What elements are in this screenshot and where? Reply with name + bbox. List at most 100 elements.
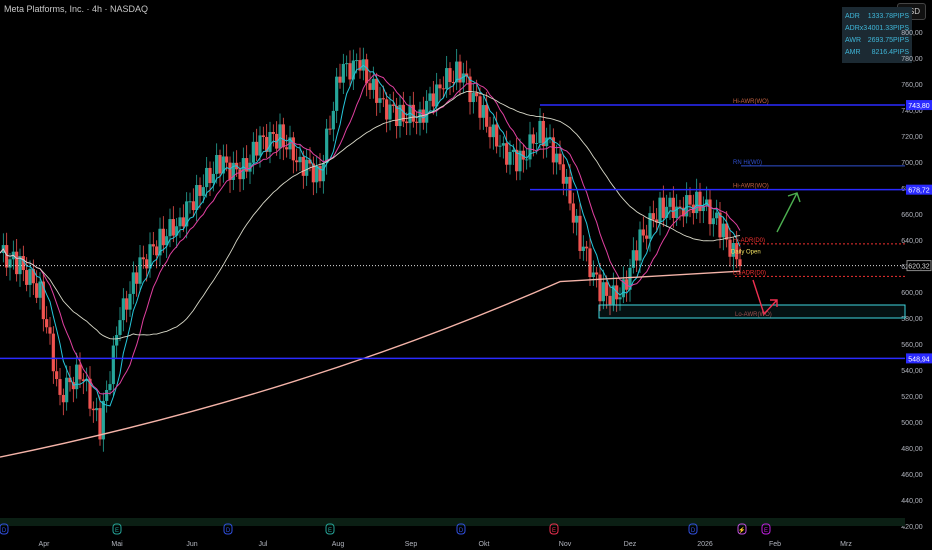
candle-body	[268, 131, 272, 152]
candle-body	[168, 219, 172, 237]
candle-body	[711, 218, 715, 225]
candle-body	[241, 158, 245, 180]
candle-body	[211, 173, 215, 184]
candle-body	[695, 191, 699, 214]
candle-body	[538, 120, 542, 143]
event-marker-label: D	[691, 528, 696, 534]
candle-body	[141, 257, 145, 260]
candle-body	[435, 84, 439, 107]
price-tag-label: 678,72	[908, 188, 930, 195]
y-tick-label: 660,00	[901, 212, 923, 219]
candle-body	[198, 185, 202, 196]
candle-body	[698, 191, 702, 212]
candle-body	[488, 126, 492, 138]
candle-body	[345, 63, 349, 65]
x-tick-label: Mai	[111, 541, 123, 548]
candle-body	[301, 156, 305, 176]
candle-body	[215, 154, 219, 174]
candle-body	[15, 251, 19, 275]
candle-body	[161, 228, 165, 246]
candle-body	[575, 215, 579, 223]
candle-body	[45, 319, 49, 328]
candle-body	[578, 215, 582, 251]
candle-body	[208, 167, 212, 184]
candle-body	[441, 88, 445, 90]
candle-body	[128, 293, 132, 310]
candle-body	[271, 131, 275, 134]
candle-body	[228, 162, 232, 180]
candle-body	[328, 128, 332, 130]
candle-body	[355, 60, 359, 62]
candle-body	[201, 187, 205, 196]
candle-body	[75, 364, 79, 390]
x-tick-label: Okt	[479, 541, 490, 548]
event-marker-label: E	[115, 528, 119, 534]
price-chart[interactable]: 800,00780,00760,00740,00720,00700,00680,…	[0, 0, 932, 550]
candle-body	[471, 92, 475, 103]
y-tick-label: 760,00	[901, 82, 923, 89]
candle-body	[651, 213, 655, 220]
candle-body	[688, 195, 692, 205]
candle-body	[481, 105, 485, 118]
candle-body	[491, 124, 495, 138]
candle-body	[561, 164, 565, 184]
candle-body	[331, 110, 335, 130]
candle-body	[645, 235, 649, 239]
candle-body	[295, 160, 299, 163]
event-marker-label: D	[226, 528, 231, 534]
ma-100-line	[0, 90, 741, 340]
candle-body	[145, 259, 149, 269]
candle-body	[291, 137, 295, 161]
price-tag-label: 743,80	[908, 103, 930, 110]
candle-body	[281, 124, 285, 148]
candle-body	[251, 141, 255, 163]
candle-body	[588, 248, 592, 278]
x-tick-label: Jul	[259, 541, 268, 548]
candle-body	[78, 364, 82, 380]
candle-body	[58, 379, 62, 395]
candle-body	[658, 197, 662, 223]
candle-body	[238, 169, 242, 180]
candle-body	[601, 282, 605, 302]
event-marker-label: E	[552, 528, 556, 534]
candle-body	[391, 104, 395, 107]
candle-body	[8, 259, 12, 268]
ema-fast-line	[0, 64, 741, 407]
last-price-label: 620,32	[908, 264, 930, 271]
y-tick-label: 440,00	[901, 498, 923, 505]
x-tick-label: Aug	[332, 541, 345, 548]
candle-body	[605, 282, 609, 296]
candle-body	[478, 96, 482, 118]
candle-body	[148, 244, 152, 269]
y-tick-label: 540,00	[901, 368, 923, 375]
candle-body	[721, 223, 725, 238]
candle-body	[348, 63, 352, 80]
y-tick-label: 480,00	[901, 446, 923, 453]
candle-body	[111, 345, 115, 385]
candle-body	[531, 134, 535, 144]
candle-body	[121, 298, 125, 321]
candle-body	[638, 229, 642, 261]
candle-body	[648, 213, 652, 239]
level-label: Hi-AWR(WO)	[733, 99, 769, 105]
candle-body	[485, 105, 489, 127]
candle-body	[105, 390, 109, 401]
candle-body	[385, 99, 389, 120]
x-tick-label: Dez	[624, 541, 637, 548]
candle-body	[151, 244, 155, 247]
candle-body	[278, 124, 282, 149]
candle-body	[91, 408, 95, 411]
candle-body	[65, 377, 69, 403]
candle-body	[581, 246, 585, 251]
candle-body	[338, 76, 342, 83]
candle-body	[715, 212, 719, 219]
candle-body	[225, 156, 229, 163]
candle-body	[671, 197, 675, 219]
candle-body	[131, 272, 135, 294]
candle-body	[135, 272, 139, 284]
candle-body	[178, 217, 182, 227]
event-marker-label: E	[328, 528, 332, 534]
candle-body	[108, 384, 112, 391]
event-marker-label: D	[2, 528, 7, 534]
x-tick-label: Jun	[186, 541, 197, 548]
